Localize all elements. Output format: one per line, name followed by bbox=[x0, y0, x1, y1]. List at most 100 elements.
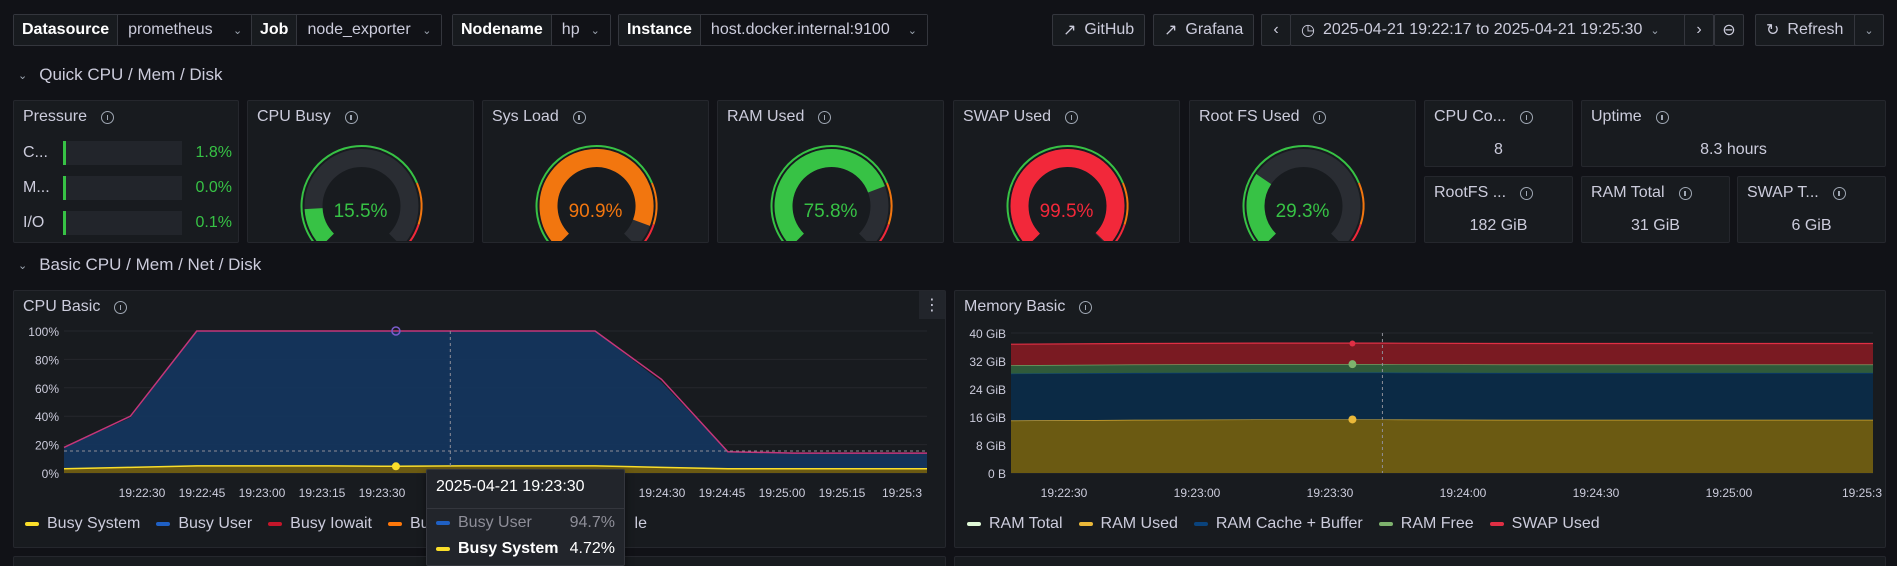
panel-swap-used[interactable]: SWAP Used 99.5% bbox=[953, 100, 1180, 243]
time-picker-button[interactable]: ◷ 2025-04-21 19:22:17 to 2025-04-21 19:25… bbox=[1290, 14, 1694, 46]
zoom-out-button[interactable]: ⊖ bbox=[1714, 14, 1744, 46]
panel-title: Pressure bbox=[23, 108, 88, 125]
info-icon[interactable] bbox=[344, 110, 358, 124]
panel-swap-total[interactable]: SWAP T... 6 GiB bbox=[1737, 176, 1886, 243]
panel-memory-basic[interactable]: Memory Basic 40 GiB 32 GiB 24 GiB 16 GiB 8 G… bbox=[954, 290, 1886, 548]
chevron-down-icon: ⌄ bbox=[422, 24, 432, 37]
series-area-0 bbox=[1011, 419, 1873, 473]
legend-item[interactable]: RAM Used bbox=[1078, 515, 1178, 533]
info-icon[interactable] bbox=[1832, 186, 1846, 200]
legend-swatch bbox=[387, 522, 402, 526]
panel-uptime[interactable]: Uptime 8.3 hours bbox=[1581, 100, 1886, 167]
series-area-3 bbox=[1011, 343, 1873, 366]
y-tick-label: 80% bbox=[35, 353, 59, 367]
info-icon[interactable] bbox=[1065, 110, 1079, 124]
variable-datasource[interactable]: Datasource prometheus ⌄ bbox=[13, 14, 254, 46]
x-tick-label: 19:24:45 bbox=[699, 486, 746, 500]
legend-label: Busy System bbox=[47, 515, 141, 532]
info-icon[interactable] bbox=[818, 110, 832, 124]
legend-item[interactable]: Busy Iowait bbox=[268, 515, 372, 533]
clock-icon: ◷ bbox=[1301, 22, 1315, 39]
panel-sys-load[interactable]: Sys Load 90.9% bbox=[482, 100, 709, 243]
chevron-down-icon: ⌄ bbox=[18, 69, 28, 82]
legend-label: RAM Total bbox=[989, 515, 1063, 532]
grafana-link-button[interactable]: ↗ Grafana bbox=[1153, 14, 1255, 46]
panel-ram-used[interactable]: RAM Used 75.8% bbox=[717, 100, 944, 243]
x-tick-label: 19:24:00 bbox=[1440, 486, 1487, 500]
legend-item[interactable]: RAM Free bbox=[1378, 515, 1474, 533]
legend-item[interactable]: RAM Cache + Buffer bbox=[1193, 515, 1363, 533]
time-back-button[interactable]: ‹ bbox=[1261, 14, 1291, 46]
refresh-interval-dropdown[interactable]: ⌄ bbox=[1854, 14, 1884, 46]
row-quick-header[interactable]: ⌄ Quick CPU / Mem / Disk bbox=[18, 65, 222, 85]
y-tick-label: 40 GiB bbox=[969, 327, 1006, 341]
panel-rootfs-total[interactable]: RootFS ... 182 GiB bbox=[1424, 176, 1573, 243]
panel-title: Sys Load bbox=[492, 108, 559, 125]
info-icon[interactable] bbox=[1313, 110, 1327, 124]
panel-ram-total[interactable]: RAM Total 31 GiB bbox=[1581, 176, 1730, 243]
legend-label: Busy Iowait bbox=[290, 515, 372, 532]
chevron-down-icon: ⌄ bbox=[1864, 24, 1874, 37]
tooltip-value: 4.72% bbox=[569, 540, 615, 557]
refresh-icon: ↻ bbox=[1766, 22, 1780, 39]
variable-label: Instance bbox=[619, 15, 701, 45]
legend-swatch bbox=[25, 522, 39, 526]
row-basic-header[interactable]: ⌄ Basic CPU / Mem / Net / Disk bbox=[18, 255, 261, 275]
x-tick-label: 19:24:30 bbox=[639, 486, 686, 500]
info-icon[interactable] bbox=[1655, 110, 1669, 124]
dashboard: Datasource prometheus ⌄ Job node_exporter ⌄ … bbox=[0, 0, 1897, 566]
gauge-sys-load bbox=[535, 145, 658, 241]
row-title: Quick CPU / Mem / Disk bbox=[39, 65, 223, 84]
legend-swatch bbox=[1078, 522, 1093, 526]
gauge-value: 75.8% bbox=[803, 201, 858, 222]
info-icon[interactable] bbox=[572, 110, 586, 124]
info-icon[interactable] bbox=[1678, 186, 1692, 200]
info-icon[interactable] bbox=[1079, 300, 1093, 314]
refresh-label: Refresh bbox=[1787, 21, 1844, 38]
x-tick-label: 19:25:00 bbox=[759, 486, 806, 500]
refresh-button[interactable]: ↻ Refresh bbox=[1755, 14, 1863, 46]
legend-label: RAM Free bbox=[1400, 515, 1474, 532]
time-forward-button[interactable]: › bbox=[1684, 14, 1714, 46]
panel-root-fs-used[interactable]: Root FS Used 29.3% bbox=[1189, 100, 1416, 243]
variable-value: node_exporter bbox=[307, 21, 411, 38]
panel-menu-icon[interactable]: ⋮ bbox=[919, 291, 945, 319]
x-tick-label: 19:22:45 bbox=[179, 486, 226, 500]
info-icon[interactable] bbox=[1520, 186, 1534, 200]
legend-label: RAM Used bbox=[1100, 515, 1178, 532]
x-tick-label: 19:23:00 bbox=[239, 486, 286, 500]
legend-item[interactable]: Busy User bbox=[156, 515, 252, 533]
panel-cpu-cores[interactable]: CPU Co... 8 bbox=[1424, 100, 1573, 167]
chevron-down-icon: ⌄ bbox=[18, 259, 28, 272]
legend-item[interactable]: RAM Total bbox=[967, 515, 1063, 533]
panel-title: RAM Total bbox=[1591, 184, 1665, 201]
y-tick-label: 8 GiB bbox=[976, 439, 1006, 453]
stat-value: 8 bbox=[1494, 141, 1503, 158]
legend-swatch bbox=[967, 522, 981, 526]
hover-point bbox=[1348, 360, 1357, 369]
legend-item[interactable]: Busy System bbox=[25, 515, 140, 533]
panel-cpu-busy[interactable]: CPU Busy 15.5% bbox=[247, 100, 474, 243]
panel-pressure[interactable]: Pressure C... 1.8% M... 0.0% I/O 0.1% bbox=[13, 100, 239, 243]
legend-item[interactable]: SWAP Used bbox=[1489, 515, 1600, 533]
chevron-down-icon: ⌄ bbox=[590, 24, 600, 37]
info-icon[interactable] bbox=[1520, 110, 1534, 124]
memory-basic-chart[interactable]: 40 GiB 32 GiB 24 GiB 16 GiB 8 GiB 0 B 19:22:30… bbox=[955, 321, 1885, 501]
variable-nodename[interactable]: Nodename hp ⌄ bbox=[452, 14, 611, 46]
x-tick-label: 19:23:30 bbox=[359, 486, 406, 500]
panel-title: CPU Co... bbox=[1434, 108, 1507, 125]
info-icon[interactable] bbox=[101, 110, 115, 124]
gauge-value: 90.9% bbox=[568, 201, 623, 222]
chart-tooltip: 2025-04-21 19:23:30 Busy User 94.7% Busy … bbox=[426, 469, 625, 566]
tooltip-time: 2025-04-21 19:23:30 bbox=[436, 478, 585, 495]
pressure-bar bbox=[63, 211, 182, 235]
stat-value: 8.3 hours bbox=[1700, 141, 1767, 158]
x-tick-label: 19:23:15 bbox=[299, 486, 346, 500]
info-icon[interactable] bbox=[114, 300, 128, 314]
github-link-button[interactable]: ↗ GitHub bbox=[1052, 14, 1146, 46]
panel-title: SWAP Used bbox=[963, 108, 1052, 125]
legend-item[interactable]: le bbox=[635, 515, 647, 533]
variable-value: host.docker.internal:9100 bbox=[710, 21, 890, 38]
variable-job[interactable]: Job node_exporter ⌄ bbox=[251, 14, 443, 46]
variable-instance[interactable]: Instance host.docker.internal:9100 ⌄ bbox=[618, 14, 928, 46]
